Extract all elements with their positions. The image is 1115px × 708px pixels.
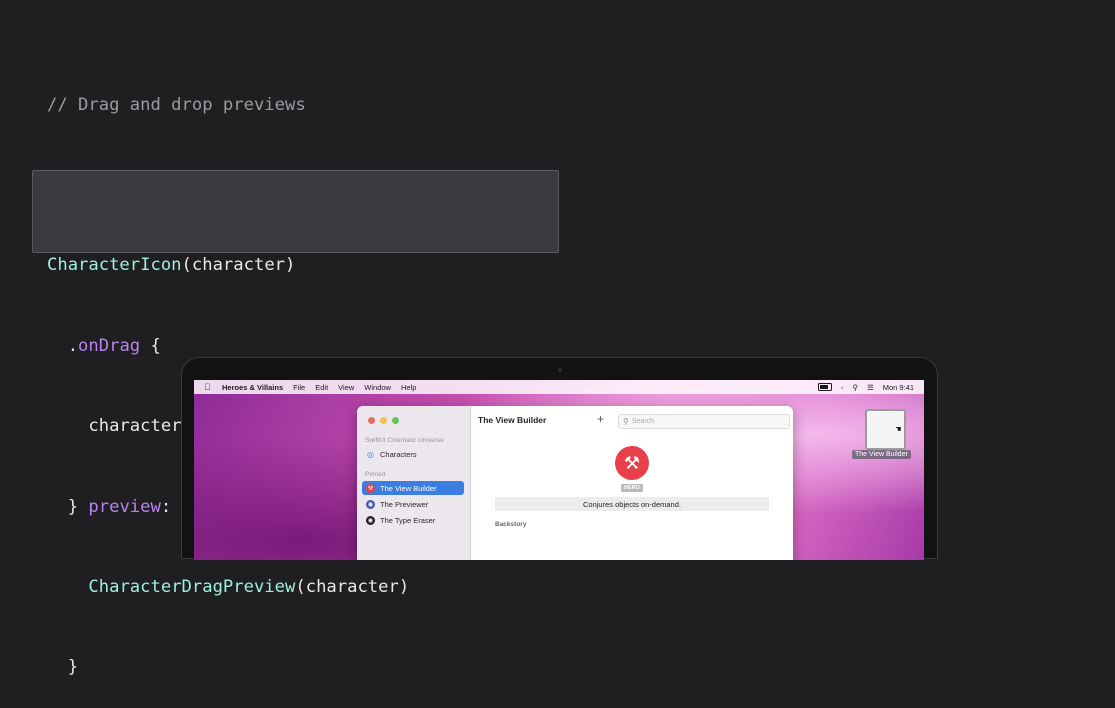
zoom-button[interactable] (392, 417, 399, 424)
battery-icon[interactable] (817, 383, 832, 391)
sidebar-item-view-builder[interactable]: ⚒ The View Builder (362, 481, 464, 495)
eye-icon: ◉ (366, 515, 375, 525)
code-comment: // Drag and drop previews (47, 94, 306, 115)
search-input[interactable]: ⚲ Search (618, 414, 790, 429)
drag-preview-label: The View Builder (852, 450, 911, 459)
code-ondrag: onDrag (78, 335, 141, 356)
detail-title: The View Builder (478, 415, 547, 425)
code-final-brace: } (47, 657, 79, 678)
sidebar-item-previewer[interactable]: ◉ The Previewer (362, 497, 464, 511)
code-brace: { (140, 335, 161, 356)
camera (558, 368, 562, 372)
previewer-icon: ◉ (366, 499, 375, 509)
code-preview: preview (88, 496, 161, 517)
search-placeholder: Search (631, 418, 655, 425)
sidebar-section-universe: SwiftUI Cinematic Universe (365, 437, 444, 444)
drag-preview-icon[interactable]: ☚ (865, 409, 906, 450)
control-center-icon[interactable]: ☰ (867, 383, 874, 392)
sidebar-item-type-eraser[interactable]: ◉ The Type Eraser (362, 513, 464, 527)
spotlight-icon[interactable]: ⚲ (852, 383, 858, 392)
menu-file[interactable]: File (293, 383, 305, 392)
cursor-icon: ☚ (895, 425, 901, 435)
menu-help[interactable]: Help (401, 383, 416, 392)
menu-window[interactable]: Window (364, 383, 391, 392)
code-dot: . (47, 335, 79, 356)
close-button[interactable] (368, 417, 375, 424)
code-close-brace: } (47, 496, 89, 517)
sidebar-item-label: The Previewer (380, 499, 429, 509)
menu-app-name[interactable]: Heroes & Villains (222, 383, 283, 392)
menu-bar:  Heroes & Villains File Edit View Windo… (194, 380, 924, 394)
code-type-charactericon: CharacterIcon (47, 255, 182, 276)
wifi-icon[interactable]: ◦ (841, 383, 844, 392)
menu-view[interactable]: View (338, 383, 354, 392)
laptop:  Heroes & Villains File Edit View Windo… (181, 357, 938, 560)
backstory-label: Backstory (495, 521, 527, 528)
plus-icon[interactable]: + (597, 412, 604, 426)
code-args: (character) (181, 255, 296, 276)
code-type-dragpreview: CharacterDragPreview (88, 576, 296, 597)
sidebar-item-label: Characters (380, 449, 417, 459)
sidebar-item-label: The Type Eraser (380, 515, 436, 525)
characters-icon: ◎ (367, 449, 374, 459)
search-icon: ⚲ (623, 417, 629, 426)
code-character: character. (47, 416, 192, 437)
laptop-screen:  Heroes & Villains File Edit View Windo… (194, 380, 924, 560)
menu-edit[interactable]: Edit (315, 383, 328, 392)
sidebar-item-label: The View Builder (380, 483, 437, 493)
sidebar-section-pinned: Pinned (365, 471, 386, 478)
apple-icon[interactable]:  (204, 380, 214, 394)
menu-clock[interactable]: Mon 9:41 (883, 383, 914, 392)
minimize-button[interactable] (380, 417, 387, 424)
hero-hammer-icon: ⚒ (615, 446, 649, 480)
tagline: Conjures objects on-demand. (495, 497, 769, 511)
hammer-icon: ⚒ (366, 483, 375, 493)
hero-badge: HERO (621, 484, 643, 492)
code-args-2: (character) (295, 576, 410, 597)
sidebar-item-characters[interactable]: ◎ Characters (362, 447, 464, 461)
